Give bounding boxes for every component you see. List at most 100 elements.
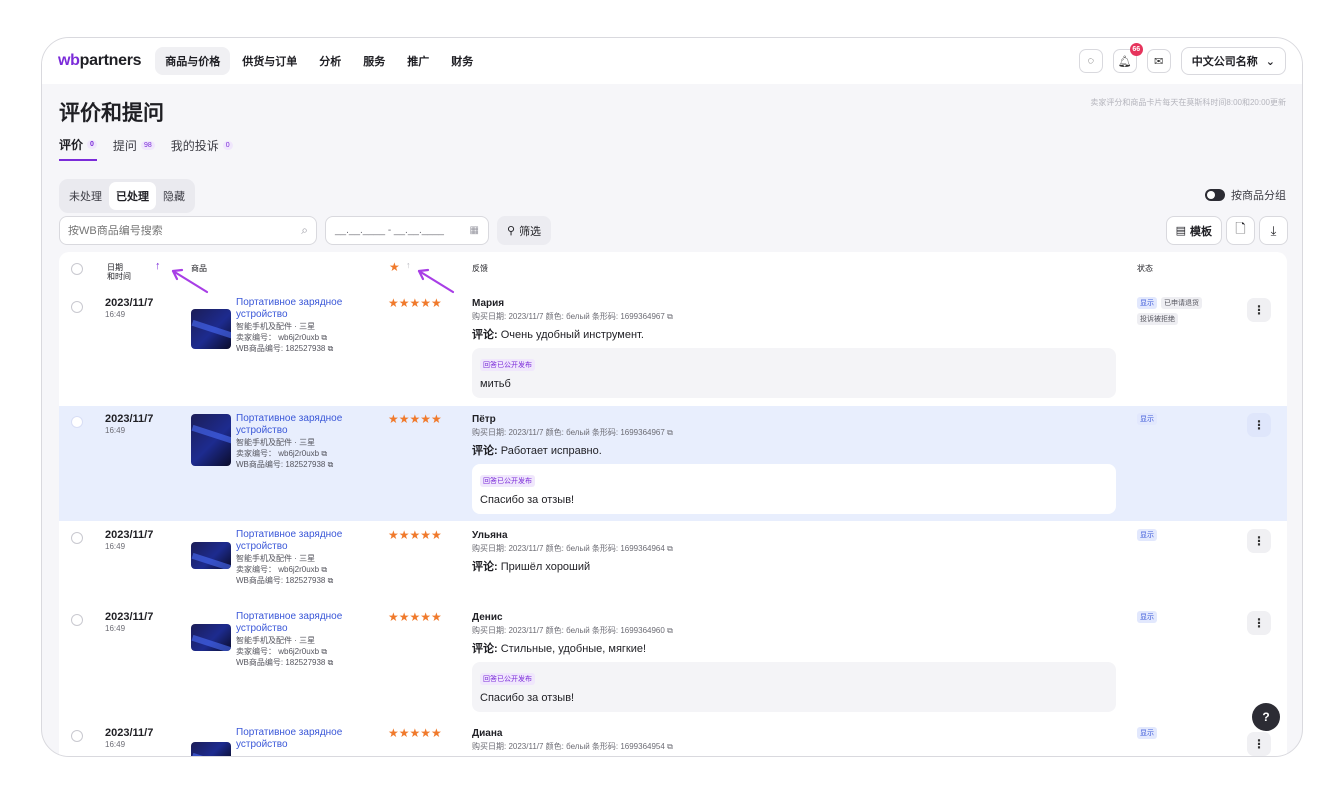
search-input[interactable]: [68, 224, 302, 237]
nav-finance[interactable]: 财务: [441, 47, 483, 75]
copy-icon[interactable]: ⧉: [667, 626, 673, 635]
rating-star-icon[interactable]: ★: [389, 260, 400, 274]
feedback-button[interactable]: ✉︎: [1146, 49, 1171, 73]
download-button[interactable]: ⤓: [1259, 216, 1288, 245]
status-badge: 显示: [1137, 413, 1157, 425]
logo[interactable]: wbpartners: [58, 52, 142, 70]
copy-icon[interactable]: ⧉: [667, 742, 673, 751]
copy-icon[interactable]: ⧉: [321, 333, 327, 342]
table-row[interactable]: 2023/11/7 16:49 Портативное зарядное уст…: [59, 603, 1287, 719]
copy-icon[interactable]: ⧉: [328, 576, 334, 585]
status-segment: 未处理 已处理 隐藏: [59, 179, 195, 213]
export-button[interactable]: 🗋︎: [1226, 216, 1255, 245]
sort-rating-icon[interactable]: ↑: [406, 260, 411, 270]
tab-complaints[interactable]: 我的投诉 0: [171, 136, 233, 161]
copy-icon[interactable]: ⧉: [328, 658, 334, 667]
table-row[interactable]: 2023/11/7 16:49 Портативное зарядное уст…: [59, 292, 1287, 405]
review-comment: 评论: Очень удобный инструмент.: [472, 329, 644, 341]
row-actions-button[interactable]: ⋮: [1247, 529, 1271, 553]
product-name-link[interactable]: Портативное зарядное устройство: [236, 297, 356, 321]
row-actions-button[interactable]: ⋮: [1247, 413, 1271, 437]
page-title: 评价和提问: [59, 102, 164, 125]
purchase-meta: 购买日期: 2023/11/7 颜色: белый 条形码: 169936496…: [472, 312, 673, 321]
reply-box[interactable]: 回答已公开发布 митьб: [472, 348, 1116, 398]
review-date: 2023/11/7: [105, 297, 154, 309]
segment-unprocessed[interactable]: 未处理: [62, 182, 109, 210]
segment-processed[interactable]: 已处理: [109, 182, 156, 210]
status-badge: 投诉被拒绝: [1137, 313, 1178, 325]
copy-icon[interactable]: ⧉: [667, 428, 673, 437]
column-date[interactable]: 日期 和时间: [107, 263, 131, 281]
segment-hidden[interactable]: 隐藏: [156, 182, 192, 210]
date-range-picker[interactable]: __.__.____ - __.__.____ ▦: [325, 216, 489, 245]
product-category: 智能手机及配件 · 三星: [236, 636, 316, 645]
review-time: 16:49: [105, 310, 126, 319]
chat-icon: ◌: [1087, 55, 1095, 67]
search-box: ⌕: [59, 216, 317, 245]
row-actions-button[interactable]: ⋮: [1247, 611, 1271, 635]
copy-icon[interactable]: ⧉: [328, 344, 334, 353]
row-checkbox[interactable]: [71, 301, 83, 313]
message-icon: ✉︎: [1154, 55, 1164, 68]
row-checkbox[interactable]: [71, 730, 83, 742]
row-checkbox[interactable]: [71, 532, 83, 544]
company-name: 中文公司名称: [1191, 56, 1258, 68]
row-actions-button[interactable]: ⋮: [1247, 732, 1271, 756]
chat-button[interactable]: ◌: [1078, 49, 1103, 73]
product-name-link[interactable]: Портативное зарядное устройство: [236, 727, 356, 751]
copy-icon[interactable]: ⧉: [321, 449, 327, 458]
status-badge: 显示: [1137, 529, 1157, 541]
column-feedback: 反馈: [472, 264, 488, 273]
product-thumbnail[interactable]: [191, 742, 231, 756]
nav-promotion[interactable]: 推广: [397, 47, 439, 75]
tab-reviews[interactable]: 评价 0: [59, 136, 97, 161]
more-vertical-icon: ⋮: [1253, 737, 1265, 751]
product-name-link[interactable]: Портативное зарядное устройство: [236, 529, 356, 553]
product-thumbnail[interactable]: [191, 414, 231, 466]
table-row[interactable]: 2023/11/7 16:49 Портативное зарядное уст…: [59, 521, 1287, 603]
copy-icon[interactable]: ⧉: [667, 312, 673, 321]
table-row[interactable]: 2023/11/7 16:49 Портативное зарядное уст…: [59, 405, 1287, 521]
company-selector[interactable]: 中文公司名称 ⌄: [1180, 47, 1286, 75]
product-thumbnail[interactable]: [191, 542, 231, 569]
copy-icon[interactable]: ⧉: [321, 565, 327, 574]
review-date: 2023/11/7: [105, 727, 154, 739]
nav-services[interactable]: 服务: [353, 47, 395, 75]
template-button[interactable]: ▤ 模板: [1165, 216, 1222, 245]
row-checkbox[interactable]: [71, 614, 83, 626]
tabs: 评价 0 提问 98 我的投诉 0: [59, 136, 233, 161]
wb-code: WB商品编号: 182527938 ⧉: [236, 460, 334, 469]
product-thumbnail[interactable]: [191, 624, 231, 651]
copy-icon[interactable]: ⧉: [667, 544, 673, 553]
reply-box[interactable]: 回答已公开发布 Спасибо за отзыв!: [472, 464, 1116, 514]
group-by-product[interactable]: 按商品分组: [1205, 187, 1286, 203]
nav-supply-orders[interactable]: 供货与订单: [232, 47, 307, 75]
notifications-button[interactable]: 🔔︎ 66: [1112, 43, 1143, 73]
status-tags: 显示: [1137, 413, 1227, 425]
row-checkbox[interactable]: [71, 416, 83, 428]
help-button[interactable]: ?: [1252, 703, 1280, 731]
table-row[interactable]: 2023/11/7 16:49 Портативное зарядное уст…: [59, 719, 1287, 756]
reply-box[interactable]: 回答已公开发布 Спасибо за отзыв!: [472, 662, 1116, 712]
review-comment: 评论: Работает исправно.: [472, 445, 602, 457]
nav-products-prices[interactable]: 商品与价格: [155, 47, 231, 75]
search-icon: ⌕: [301, 223, 308, 237]
filter-button[interactable]: ⚲ 筛选: [497, 216, 552, 245]
seller-code: 卖家编号： wb6j2r0uxb ⧉: [236, 449, 328, 458]
product-name-link[interactable]: Портативное зарядное устройство: [236, 413, 356, 437]
copy-icon[interactable]: ⧉: [328, 460, 334, 469]
wb-code: WB商品编号: 182527938 ⧉: [236, 576, 334, 585]
tab-questions[interactable]: 提问 98: [113, 136, 155, 161]
sort-date-icon[interactable]: ↑: [155, 260, 161, 272]
row-actions-button[interactable]: ⋮: [1247, 298, 1271, 322]
product-thumbnail[interactable]: [191, 309, 231, 349]
nav-analytics[interactable]: 分析: [309, 47, 351, 75]
download-icon: ⤓: [1270, 222, 1277, 238]
purchase-meta: 购买日期: 2023/11/7 颜色: белый 条形码: 169936495…: [472, 742, 673, 751]
file-plus-icon: 🗋︎: [1235, 220, 1246, 236]
toggle-switch[interactable]: [1205, 189, 1225, 201]
product-name-link[interactable]: Портативное зарядное устройство: [236, 611, 356, 635]
select-all-checkbox[interactable]: [71, 263, 83, 275]
product-category: 智能手机及配件 · 三星: [236, 438, 316, 447]
copy-icon[interactable]: ⧉: [321, 647, 327, 656]
